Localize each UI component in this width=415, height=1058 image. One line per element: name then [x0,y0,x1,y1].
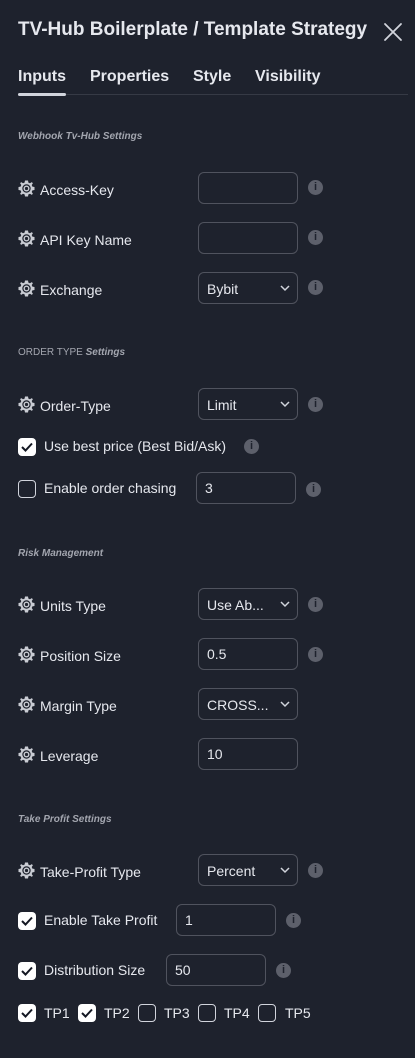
info-icon[interactable] [244,439,259,454]
chevron-down-icon [280,401,290,408]
tp5-checkbox[interactable] [258,1004,276,1022]
api-key-name-input[interactable] [198,222,298,254]
section-risk-title: Risk Management [18,548,104,559]
gear-icon[interactable] [18,746,35,763]
tp3-label: TP3 [164,1005,190,1021]
section-order-type-title: ORDER TYPE Settings [18,347,126,358]
active-tab-indicator [18,93,66,96]
gear-icon[interactable] [18,396,35,413]
exchange-label: Exchange [40,282,103,298]
position-size-label: Position Size [40,648,121,664]
tp3-checkbox[interactable] [138,1004,156,1022]
margin-type-label: Margin Type [40,698,117,714]
api-key-name-label: API Key Name [40,232,132,248]
section-webhook-title: Webhook Tv-Hub Settings [18,131,143,142]
tp2-label: TP2 [104,1005,130,1021]
distribution-label: Distribution Size [44,962,146,978]
best-price-checkbox[interactable] [18,438,36,456]
check-icon [21,1008,33,1018]
margin-type-select[interactable]: CROSS... [198,688,298,720]
enable-tp-input[interactable] [176,904,276,936]
gear-icon[interactable] [18,862,35,879]
info-icon[interactable] [308,397,323,412]
exchange-select[interactable]: Bybit [198,272,298,304]
tab-divider [18,94,408,95]
info-icon[interactable] [308,863,323,878]
order-chasing-input[interactable] [196,472,296,504]
check-icon [21,916,33,926]
units-type-select[interactable]: Use Ab... [198,588,298,620]
gear-icon[interactable] [18,180,35,197]
section-take-profit-title: Take Profit Settings [18,814,112,825]
distribution-checkbox[interactable] [18,962,36,980]
chevron-down-icon [280,285,290,292]
chevron-down-icon [280,867,290,874]
info-icon[interactable] [306,482,321,497]
info-icon[interactable] [308,597,323,612]
tp4-checkbox[interactable] [198,1004,216,1022]
tp1-label: TP1 [44,1005,70,1021]
gear-icon[interactable] [18,646,35,663]
info-icon[interactable] [308,230,323,245]
chevron-down-icon [280,601,290,608]
close-icon[interactable] [383,22,403,42]
tab-visibility[interactable]: Visibility [255,68,321,86]
check-icon [21,966,33,976]
tp2-checkbox[interactable] [78,1004,96,1022]
tab-style[interactable]: Style [193,68,231,86]
leverage-input[interactable] [198,738,298,770]
order-type-select[interactable]: Limit [198,388,298,420]
info-icon[interactable] [308,280,323,295]
gear-icon[interactable] [18,596,35,613]
exchange-value: Bybit [207,281,239,297]
tab-inputs[interactable]: Inputs [18,68,66,86]
info-icon[interactable] [286,913,301,928]
gear-icon[interactable] [18,280,35,297]
distribution-input[interactable] [166,954,266,986]
order-type-value: Limit [207,397,237,413]
access-key-label: Access-Key [40,182,114,198]
order-chasing-label: Enable order chasing [44,480,177,496]
info-icon[interactable] [276,963,291,978]
best-price-label: Use best price (Best Bid/Ask) [44,438,227,454]
check-icon [81,1008,93,1018]
tp5-label: TP5 [285,1005,311,1021]
position-size-input[interactable] [198,638,298,670]
margin-type-value: CROSS... [207,697,269,713]
tp-type-select[interactable]: Percent [198,854,298,886]
enable-tp-checkbox[interactable] [18,912,36,930]
gear-icon[interactable] [18,230,35,247]
tp4-label: TP4 [224,1005,250,1021]
info-icon[interactable] [308,180,323,195]
units-type-label: Units Type [40,598,106,614]
gear-icon[interactable] [18,696,35,713]
check-icon [21,442,33,452]
chevron-down-icon [280,701,290,708]
leverage-label: Leverage [40,748,99,764]
tp-type-value: Percent [207,863,256,879]
order-chasing-checkbox[interactable] [18,480,36,498]
enable-tp-label: Enable Take Profit [44,912,158,928]
tp1-checkbox[interactable] [18,1004,36,1022]
access-key-input[interactable] [198,172,298,204]
order-type-label: Order-Type [40,398,111,414]
units-type-value: Use Ab... [207,597,264,613]
tab-properties[interactable]: Properties [90,68,169,86]
tp-type-label: Take-Profit Type [40,864,141,880]
dialog-title: TV-Hub Boilerplate / Template Strategy [18,19,368,40]
info-icon[interactable] [308,647,323,662]
